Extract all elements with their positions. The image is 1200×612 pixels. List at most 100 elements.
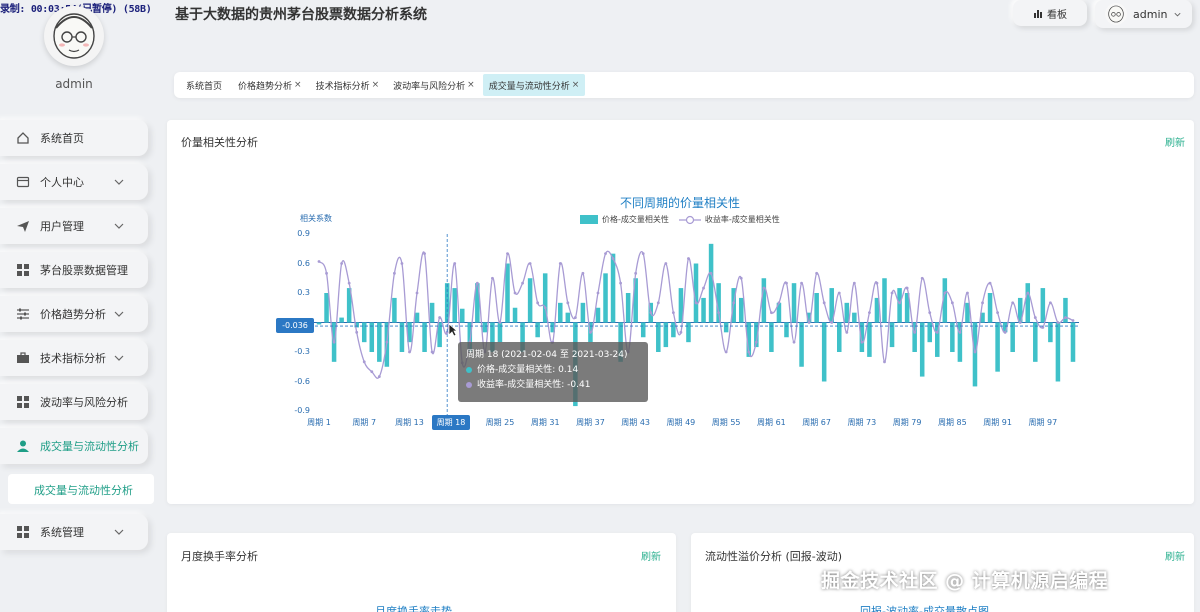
- tab-technical[interactable]: 技术指标分析 ×: [310, 74, 386, 96]
- tooltip-series2-value: 收益率-成交量相关性: -0.41: [477, 380, 591, 390]
- x-tick-label: 周期 67: [802, 418, 831, 427]
- dashboard-button[interactable]: 看板: [1013, 0, 1087, 26]
- sidebar-item-label: 成交量与流动性分析: [40, 440, 139, 453]
- sidebar-item-volume-liquidity[interactable]: 成交量与流动性分析: [0, 428, 148, 464]
- tab-close-icon[interactable]: ×: [372, 80, 380, 90]
- sidebar-item-label: 用户管理: [40, 220, 84, 233]
- refresh-button[interactable]: 刷新: [1165, 548, 1185, 563]
- x-tick-label: 周期 49: [666, 418, 696, 427]
- chart-title: 不同周期的价量相关性: [620, 196, 741, 210]
- refresh-button[interactable]: 刷新: [1165, 134, 1185, 149]
- x-tick-label: 周期 61: [757, 418, 786, 427]
- sidebar-item-technical[interactable]: 技术指标分析: [0, 340, 148, 376]
- x-tick-label: 周期 91: [983, 418, 1012, 427]
- chevron-down-icon: [114, 311, 124, 317]
- user-avatar: [1105, 3, 1127, 25]
- tooltip-title: 周期 18 (2021-02-04 至 2021-03-24): [466, 350, 628, 360]
- sidebar-item-label: 价格趋势分析: [40, 308, 106, 321]
- sidebar-item-users[interactable]: 用户管理: [0, 208, 148, 244]
- avatar-face-icon: [53, 13, 95, 59]
- chart-title: 回报-波动率-成交量散点图: [860, 605, 989, 612]
- x-tick-label: 周期 7: [352, 418, 377, 427]
- avatar[interactable]: [44, 6, 104, 66]
- briefcase-icon: [16, 351, 30, 365]
- send-icon: [16, 219, 30, 233]
- user-name: admin: [1133, 7, 1168, 21]
- x-tick-label: 周期 25: [485, 418, 515, 427]
- y-tick-label: -0.6: [294, 376, 310, 386]
- x-tick-label: 周期 97: [1028, 418, 1058, 427]
- sidebar-item-home[interactable]: 系统首页: [0, 120, 148, 156]
- sidebar-item-system[interactable]: 系统管理: [0, 514, 148, 550]
- tooltip-series1-value: 价格-成交量相关性: 0.14: [477, 365, 579, 375]
- user-menu-button[interactable]: admin: [1095, 0, 1192, 28]
- y-axis-label: 相关系数: [300, 214, 332, 223]
- sidebar-item-volatility[interactable]: 波动率与风险分析: [0, 384, 148, 420]
- sidebar-item-label: 系统首页: [40, 132, 84, 145]
- home-icon: [16, 131, 30, 145]
- chevron-down-icon: [114, 355, 124, 361]
- sidebar: admin 系统首页 个人中心 用户管理 茅台股票数据管理 价格趋势分析 技术指…: [0, 0, 160, 612]
- sidebar-item-stock-data[interactable]: 茅台股票数据管理: [0, 252, 148, 288]
- card-title: 流动性溢价分析 (回报-波动): [705, 550, 843, 563]
- sidebar-item-label: 茅台股票数据管理: [40, 264, 128, 277]
- y-tick-label: 0.9: [297, 229, 310, 238]
- x-tick-label: 周期 31: [530, 418, 560, 427]
- bar-chart-icon: [1034, 10, 1042, 18]
- y-tick-label: -0.9: [294, 406, 310, 415]
- tab-volatility[interactable]: 波动率与风险分析 ×: [387, 74, 481, 96]
- sidebar-item-profile[interactable]: 个人中心: [0, 164, 148, 200]
- x-tick-label: 周期 73: [847, 418, 877, 427]
- watermark: 掘金技术社区 @ 计算机源启编程: [821, 570, 1109, 592]
- card-title: 价量相关性分析: [181, 136, 258, 149]
- price-volume-card: [167, 120, 1194, 504]
- sidebar-item-label: 系统管理: [40, 526, 84, 539]
- grid-icon: [16, 395, 30, 409]
- monthly-turnover-card: [167, 533, 676, 612]
- admin-name: admin: [55, 77, 93, 91]
- y-tick-label: 0.3: [297, 288, 310, 297]
- x-tick-label: 周期 13: [395, 418, 424, 427]
- chart-title: 月度换手率走势: [375, 605, 452, 612]
- chevron-down-icon: [1174, 12, 1181, 16]
- y-tick-label: -0.3: [294, 347, 310, 356]
- sliders-icon: [16, 307, 30, 321]
- chart-legend[interactable]: 价格-成交量相关性 收益率-成交量相关性: [580, 214, 780, 225]
- grid-icon: [16, 263, 30, 277]
- tooltip-series2-dot: [466, 381, 472, 388]
- tooltip-series1-dot: [466, 366, 472, 373]
- sidebar-item-label: 个人中心: [40, 176, 84, 189]
- y-axis-pointer-label: -0.036: [276, 318, 314, 333]
- x-tick-label: 周期 43: [621, 418, 651, 427]
- legend-line-swatch: [678, 215, 701, 224]
- x-tick-label: 周期 1: [307, 418, 331, 427]
- app-title: 基于大数据的贵州茅台股票数据分析系统: [175, 7, 427, 23]
- x-axis-pointer-label: 周期 18: [432, 415, 470, 430]
- chevron-down-icon: [114, 529, 124, 535]
- x-tick-label: 周期 79: [892, 418, 922, 427]
- mouse-cursor-icon: [448, 323, 458, 337]
- tab-bar: 系统首页 价格趋势分析 × 技术指标分析 × 波动率与风险分析 × 成交量与流动性分析…: [174, 72, 1194, 98]
- grid-icon: [16, 525, 30, 539]
- card-title: 月度换手率分析: [181, 550, 258, 563]
- tab-close-icon[interactable]: ×: [572, 80, 580, 90]
- tab-home[interactable]: 系统首页: [180, 74, 230, 96]
- sidebar-item-label: 波动率与风险分析: [40, 396, 128, 409]
- sidebar-item-label: 技术指标分析: [40, 352, 106, 365]
- x-tick-label: 周期 37: [576, 418, 605, 427]
- y-tick-label: 0.6: [297, 258, 310, 268]
- tab-close-icon[interactable]: ×: [467, 80, 475, 90]
- refresh-button[interactable]: 刷新: [641, 548, 661, 563]
- tab-volume-liquidity[interactable]: 成交量与流动性分析 ×: [482, 74, 586, 96]
- chevron-down-icon: [114, 223, 124, 229]
- tab-price-trend[interactable]: 价格趋势分析 ×: [232, 74, 308, 96]
- sidebar-item-price-trend[interactable]: 价格趋势分析: [0, 296, 148, 332]
- x-tick-label: 周期 55: [711, 418, 741, 427]
- sidebar-subitem-volume-liquidity[interactable]: 成交量与流动性分析: [8, 474, 154, 504]
- chevron-down-icon: [114, 179, 124, 185]
- legend-series1-label: 价格-成交量相关性: [602, 215, 669, 224]
- dashboard-button-label: 看板: [1047, 9, 1067, 21]
- tab-close-icon[interactable]: ×: [294, 80, 302, 90]
- chart-tooltip: 周期 18 (2021-02-04 至 2021-03-24) 价格-成交量相关…: [458, 342, 648, 402]
- x-tick-label: 周期 85: [937, 418, 967, 427]
